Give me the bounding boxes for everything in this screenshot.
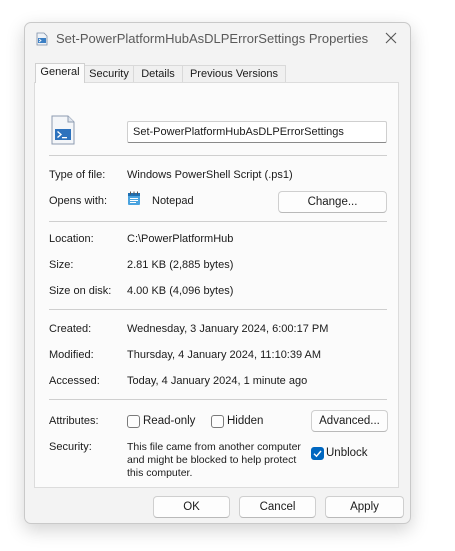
modified-value: Thursday, 4 January 2024, 11:10:39 AM (127, 349, 322, 361)
size-on-disk-label: Size on disk: (49, 285, 112, 297)
tab-general[interactable]: General (35, 63, 85, 83)
title-bar[interactable]: Set-PowerPlatformHubAsDLPErrorSettings P… (25, 23, 410, 55)
unblock-label[interactable]: Unblock (326, 447, 368, 459)
location-value: C:\PowerPlatformHub (127, 233, 234, 245)
divider (49, 399, 387, 400)
powershell-script-icon (36, 32, 48, 46)
security-text-line-1: This file came from another computer (127, 441, 301, 453)
divider (49, 221, 387, 222)
window-title: Set-PowerPlatformHubAsDLPErrorSettings P… (56, 31, 369, 46)
cancel-button[interactable]: Cancel (239, 496, 316, 518)
attributes-label: Attributes: (49, 415, 99, 427)
tab-previous-versions[interactable]: Previous Versions (182, 65, 286, 82)
type-of-file-label: Type of file: (49, 169, 106, 181)
security-text-line-3: this computer. (127, 467, 193, 479)
file-name-input[interactable]: Set-PowerPlatformHubAsDLPErrorSettings (127, 121, 387, 143)
security-text-line-2: and might be blocked to help protect (127, 454, 297, 466)
advanced-button[interactable]: Advanced... (311, 410, 388, 432)
divider (49, 155, 387, 156)
close-icon[interactable] (382, 29, 400, 47)
divider (49, 309, 387, 310)
opens-with-label: Opens with: (49, 195, 108, 207)
created-value: Wednesday, 3 January 2024, 6:00:17 PM (127, 323, 329, 335)
accessed-value: Today, 4 January 2024, 1 minute ago (127, 375, 308, 387)
type-of-file-value: Windows PowerShell Script (.ps1) (127, 169, 293, 181)
notepad-icon (128, 191, 140, 205)
tab-details[interactable]: Details (133, 65, 183, 82)
size-label: Size: (49, 259, 74, 271)
readonly-label[interactable]: Read-only (143, 415, 195, 427)
properties-dialog: Set-PowerPlatformHubAsDLPErrorSettings P… (24, 22, 411, 524)
unblock-checkbox[interactable] (311, 447, 324, 460)
general-panel: Set-PowerPlatformHubAsDLPErrorSettings T… (34, 82, 399, 488)
tab-security[interactable]: Security (84, 65, 134, 82)
size-on-disk-value: 4.00 KB (4,096 bytes) (127, 285, 234, 297)
powershell-script-icon (51, 115, 75, 145)
ok-button[interactable]: OK (153, 496, 230, 518)
hidden-checkbox[interactable] (211, 415, 224, 428)
created-label: Created: (49, 323, 92, 335)
hidden-label[interactable]: Hidden (227, 415, 263, 427)
accessed-label: Accessed: (49, 375, 100, 387)
checkmark-icon (313, 450, 322, 458)
size-value: 2.81 KB (2,885 bytes) (127, 259, 234, 271)
opens-with-value: Notepad (152, 195, 194, 207)
location-label: Location: (49, 233, 94, 245)
security-label: Security: (49, 441, 92, 453)
readonly-checkbox[interactable] (127, 415, 140, 428)
apply-button[interactable]: Apply (325, 496, 404, 518)
change-button[interactable]: Change... (278, 191, 387, 213)
modified-label: Modified: (49, 349, 94, 361)
